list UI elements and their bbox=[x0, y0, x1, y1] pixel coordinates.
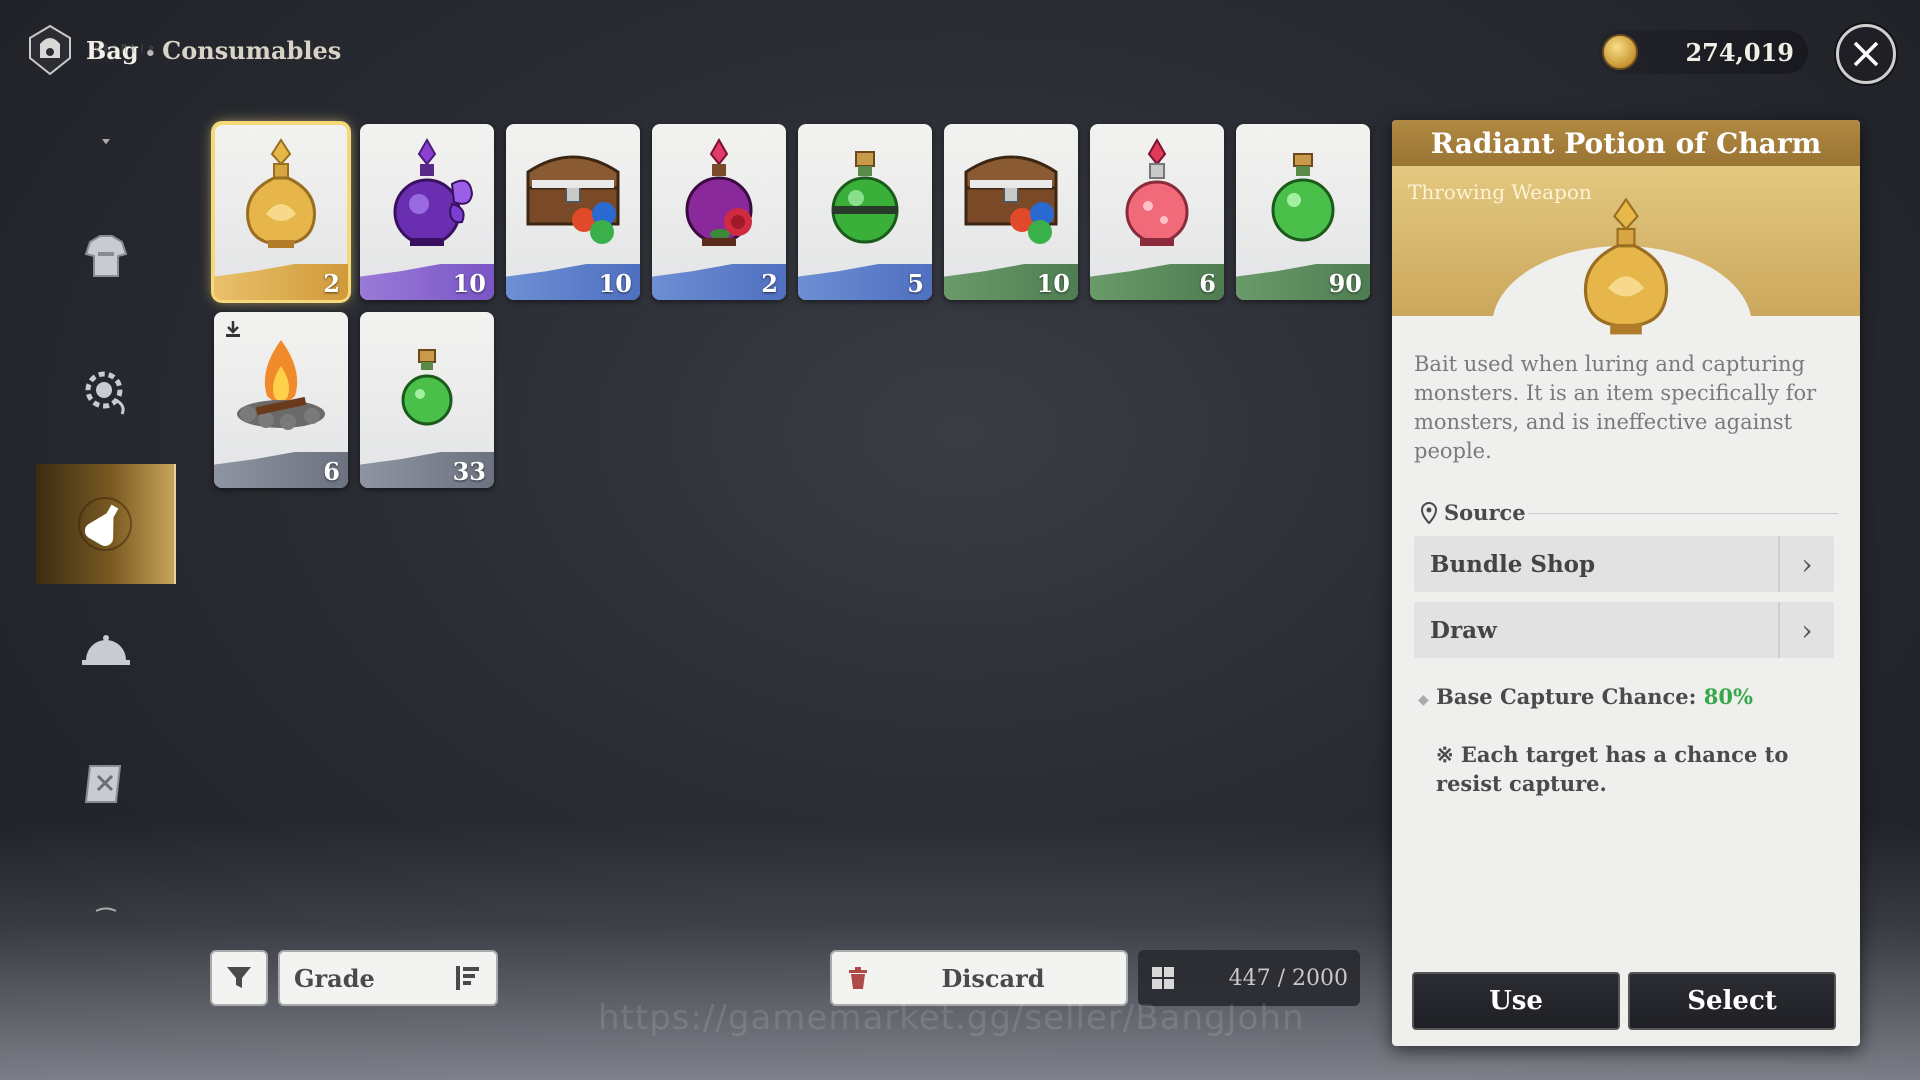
source-heading: Source bbox=[1420, 500, 1526, 525]
item-quantity: 6 bbox=[323, 457, 340, 486]
item-description: Bait used when luring and capturing mons… bbox=[1414, 352, 1817, 463]
capture-label: Base Capture Chance: bbox=[1436, 684, 1697, 709]
bag-logo-icon bbox=[29, 24, 71, 76]
scroll-icon bbox=[84, 765, 122, 803]
source-draw[interactable]: Draw › bbox=[1414, 602, 1834, 658]
treasure-chest-icon bbox=[964, 155, 1058, 244]
item-slot[interactable]: 6 bbox=[1090, 124, 1224, 300]
golden-potion-icon bbox=[1583, 197, 1669, 335]
grid-view-icon bbox=[1152, 967, 1174, 989]
item-slot[interactable]: 2 bbox=[652, 124, 786, 300]
watermark-text: https://gamemarket.gg/seller/BangJohn bbox=[598, 998, 1305, 1038]
sidebar-item-food[interactable] bbox=[36, 610, 176, 690]
purple-butterfly-potion-icon bbox=[393, 137, 474, 246]
treasure-chest-icon bbox=[526, 155, 620, 244]
chevron-down-icon bbox=[102, 139, 110, 145]
item-quantity: 6 bbox=[1199, 269, 1216, 298]
campfire-icon bbox=[237, 340, 325, 430]
item-type: Throwing Weapon bbox=[1408, 180, 1592, 204]
golden-potion-icon bbox=[246, 138, 316, 248]
capacity-count: 447 / 2000 bbox=[1228, 965, 1348, 991]
gear-orb-icon bbox=[85, 371, 125, 415]
diamond-bullet-icon: ◆ bbox=[1418, 692, 1429, 708]
sidebar-collapse[interactable] bbox=[36, 126, 176, 156]
capture-note: ※ Each target has a chance to resist cap… bbox=[1436, 742, 1789, 796]
item-slot[interactable]: 6 bbox=[214, 312, 348, 488]
item-slot[interactable]: 90 bbox=[1236, 124, 1370, 300]
chevron-right-icon: › bbox=[1778, 536, 1834, 592]
sidebar-item-accessories[interactable] bbox=[36, 350, 176, 430]
sort-grade-label: Grade bbox=[294, 963, 375, 993]
sidebar-item-more[interactable] bbox=[36, 896, 176, 926]
close-icon bbox=[1853, 41, 1879, 67]
select-label: Select bbox=[1687, 986, 1777, 1016]
close-button[interactable] bbox=[1836, 24, 1896, 84]
gold-coin-icon bbox=[1602, 34, 1638, 70]
item-slot[interactable]: 5 bbox=[798, 124, 932, 300]
item-quantity: 2 bbox=[761, 269, 778, 298]
rose-potion-icon bbox=[685, 137, 753, 246]
armor-icon bbox=[84, 235, 128, 277]
small-green-potion-icon bbox=[401, 349, 453, 426]
item-quantity: 5 bbox=[907, 269, 924, 298]
capture-value: 80% bbox=[1703, 684, 1753, 709]
item-slot[interactable]: 10 bbox=[944, 124, 1078, 300]
use-button[interactable]: Use bbox=[1412, 972, 1620, 1030]
item-quantity: 10 bbox=[598, 269, 632, 298]
source-divider bbox=[1528, 513, 1838, 514]
source-item-label: Bundle Shop bbox=[1430, 550, 1596, 578]
item-detail-panel: Radiant Potion of Charm Throwing Weapon … bbox=[1392, 120, 1860, 1046]
use-label: Use bbox=[1489, 986, 1543, 1016]
currency-display: 274,019 bbox=[1598, 30, 1808, 74]
filter-icon bbox=[227, 967, 251, 988]
item-title-bar: Radiant Potion of Charm bbox=[1392, 120, 1860, 166]
sidebar-item-scrolls[interactable] bbox=[36, 744, 176, 824]
green-flask-icon bbox=[1271, 153, 1335, 242]
green-potion-icon bbox=[831, 151, 899, 244]
item-quantity: 10 bbox=[452, 269, 486, 298]
source-label: Source bbox=[1444, 500, 1526, 525]
item-slot[interactable]: 10 bbox=[506, 124, 640, 300]
trash-icon bbox=[849, 967, 867, 989]
header: Bag • Consumables bbox=[22, 22, 341, 78]
pink-potion-icon bbox=[1125, 137, 1189, 246]
location-pin-icon bbox=[1420, 501, 1438, 524]
sidebar-item-consumables[interactable] bbox=[36, 464, 176, 584]
currency-amount: 274,019 bbox=[1685, 37, 1794, 67]
sort-grade-button[interactable]: Grade bbox=[278, 950, 498, 1006]
sidebar-item-armor[interactable] bbox=[36, 216, 176, 296]
item-title: Radiant Potion of Charm bbox=[1430, 126, 1822, 160]
item-quantity: 2 bbox=[323, 269, 340, 298]
title-consumables: Consumables bbox=[162, 35, 342, 65]
food-cloche-icon bbox=[82, 635, 130, 665]
source-item-label: Draw bbox=[1430, 616, 1497, 644]
source-bundle-shop[interactable]: Bundle Shop › bbox=[1414, 536, 1834, 592]
more-icon bbox=[95, 907, 117, 912]
title-runes: ᛟᚱᛁᛖᚱᛁᛟ bbox=[94, 44, 157, 55]
item-quantity: 90 bbox=[1328, 269, 1362, 298]
filter-button[interactable] bbox=[210, 950, 268, 1006]
item-quantity: 10 bbox=[1036, 269, 1070, 298]
item-slot[interactable]: 2 bbox=[211, 121, 351, 303]
capture-chance: ◆ Base Capture Chance: 80% bbox=[1418, 684, 1753, 709]
discard-label: Discard bbox=[941, 963, 1045, 993]
item-slot[interactable]: 33 bbox=[360, 312, 494, 488]
sort-order-icon bbox=[456, 966, 479, 990]
chevron-right-icon: › bbox=[1778, 602, 1834, 658]
item-quantity: 33 bbox=[452, 457, 486, 486]
item-slot[interactable]: 10 bbox=[360, 124, 494, 300]
consumables-potion-icon bbox=[78, 497, 132, 551]
select-button[interactable]: Select bbox=[1628, 972, 1836, 1030]
